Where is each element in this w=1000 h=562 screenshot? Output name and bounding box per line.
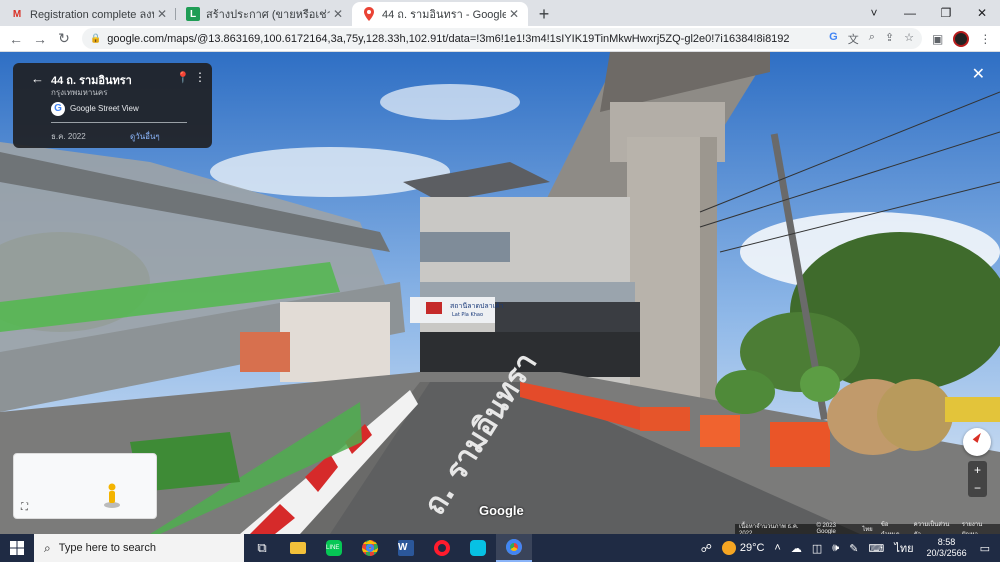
restore-button[interactable]: ❐ <box>928 0 964 26</box>
search-placeholder: Type here to search <box>58 542 156 554</box>
more-options-icon[interactable]: ⋮ <box>194 70 206 84</box>
see-more-dates-link[interactable]: ดูวันอื่นๆ <box>130 130 160 143</box>
webex-icon[interactable] <box>460 534 496 562</box>
lock-icon[interactable]: 🔒 <box>90 33 101 44</box>
menu-kebab-icon[interactable]: ⋮ <box>979 32 991 46</box>
people-icon[interactable]: ☍ <box>696 542 717 555</box>
browser-toolbar: ← → ↻ 🔒 google.com/maps/@13.863169,100.6… <box>0 26 1000 52</box>
windows-taskbar: ⌕ Type here to search ⧉ LINE W ☍ 29°C ˄ … <box>0 534 1000 562</box>
google-lens-icon[interactable]: G <box>829 31 838 47</box>
divider <box>51 122 187 123</box>
clock-date: 20/3/2566 <box>926 548 967 558</box>
expand-icon[interactable]: ⛶ <box>21 502 28 513</box>
translate-icon[interactable]: 文 <box>848 31 859 47</box>
tab-livinginsider[interactable]: L สร้างประกาศ (ขายหรือเช่า) | Livinginsi… <box>176 2 352 26</box>
new-tab-button[interactable]: + <box>532 2 556 26</box>
location-pin-icon[interactable]: 📍 <box>176 71 190 84</box>
cloud-icon[interactable]: ☁ <box>786 542 807 555</box>
google-watermark: Google <box>479 503 524 518</box>
livinginsider-icon: L <box>186 7 200 21</box>
opera-icon[interactable] <box>424 534 460 562</box>
tab-title: 44 ถ. รามอินทรา - Google Maps <box>382 9 506 21</box>
back-arrow-icon[interactable]: ← <box>31 71 44 86</box>
gmail-icon: M <box>12 8 22 20</box>
clock-time: 8:58 <box>937 537 956 547</box>
pegman-icon[interactable] <box>102 482 122 508</box>
pen-icon[interactable]: ✎ <box>844 542 863 555</box>
back-icon[interactable]: ← <box>4 31 28 47</box>
url-text: google.com/maps/@13.863169,100.6172164,3… <box>107 32 790 45</box>
minimize-button[interactable]: — <box>892 0 928 26</box>
close-street-view-icon[interactable]: ✕ <box>972 64 985 84</box>
keyboard-icon[interactable]: ⌨ <box>863 542 889 555</box>
source-label: Google Street View <box>70 104 139 113</box>
weather-widget[interactable]: 29°C <box>717 541 770 555</box>
zoom-icon[interactable]: ⌕ <box>869 31 875 47</box>
station-sign-th: สถานีลาดปลาเค้า <box>450 302 504 310</box>
sun-icon <box>721 541 736 555</box>
chrome-active-icon[interactable] <box>496 534 532 562</box>
map-footer: เนื้อหาจำนวนภาพ ธ.ค. 2022 © 2023 Google … <box>735 522 1000 538</box>
profile-avatar[interactable] <box>953 30 970 47</box>
notifications-icon[interactable]: ▭ <box>975 542 1000 555</box>
street-view-info-card: ← 44 ถ. รามอินทรา กรุงเทพมหานคร 📍 ⋮ G Go… <box>13 63 212 148</box>
tab-title: สร้างประกาศ (ขายหรือเช่า) | Livinginsid <box>206 9 330 21</box>
zoom-control: + − <box>968 461 987 497</box>
weather-temp: 29°C <box>739 541 765 554</box>
station-logo-icon <box>426 302 442 314</box>
show-hidden-icons-icon[interactable]: ˄ <box>769 542 785 554</box>
window-controls: ˅ — ❐ ✕ <box>856 0 1000 26</box>
tab-search-button[interactable]: ˅ <box>856 0 892 26</box>
line-app-icon[interactable]: LINE <box>316 534 352 562</box>
google-logo-icon: G <box>51 102 65 116</box>
input-language[interactable]: ไทย <box>889 539 918 557</box>
compass-icon[interactable] <box>963 428 991 456</box>
reload-icon[interactable]: ↻ <box>52 30 76 47</box>
zoom-out-button[interactable]: − <box>968 479 987 497</box>
zoom-in-button[interactable]: + <box>968 461 987 479</box>
close-tab-icon[interactable]: ✕ <box>330 7 346 21</box>
share-icon[interactable]: ⇪ <box>885 31 894 47</box>
volume-icon[interactable]: 🕪 <box>827 542 844 555</box>
word-icon[interactable]: W <box>388 534 424 562</box>
side-panel-icon[interactable]: ▣ <box>932 32 943 46</box>
clock[interactable]: 8:58 20/3/2566 <box>919 537 975 559</box>
footer-language[interactable]: ไทย <box>862 524 873 534</box>
station-sign-en: Lat Pla Khao <box>452 312 483 318</box>
taskbar-search-box[interactable]: ⌕ Type here to search <box>34 534 244 562</box>
network-icon[interactable]: ◫ <box>807 542 827 555</box>
minimap[interactable]: ⛶ <box>13 453 157 519</box>
search-icon: ⌕ <box>44 540 51 555</box>
place-subtitle: กรุงเทพมหานคร <box>51 88 108 97</box>
task-view-icon[interactable]: ⧉ <box>244 534 280 562</box>
close-window-button[interactable]: ✕ <box>964 0 1000 26</box>
tab-strip: M Registration complete ลงทะเบียนส ✕ L ส… <box>0 0 1000 26</box>
capture-date: ธ.ค. 2022 <box>51 132 86 141</box>
close-tab-icon[interactable]: ✕ <box>506 7 522 21</box>
file-explorer-icon[interactable] <box>280 534 316 562</box>
start-button[interactable] <box>0 534 34 562</box>
system-tray: ☍ 29°C ˄ ☁ ◫ 🕪 ✎ ⌨ ไทย 8:58 20/3/2566 ▭ <box>696 534 1000 562</box>
maps-icon <box>362 7 376 21</box>
windows-logo-icon <box>10 541 24 555</box>
bookmark-star-icon[interactable]: ☆ <box>904 31 914 47</box>
chrome-icon[interactable] <box>352 534 388 562</box>
tab-gmail[interactable]: M Registration complete ลงทะเบียนส ✕ <box>0 2 176 26</box>
forward-icon[interactable]: → <box>28 31 52 47</box>
tab-google-maps[interactable]: 44 ถ. รามอินทรา - Google Maps ✕ <box>352 2 528 26</box>
close-tab-icon[interactable]: ✕ <box>154 7 170 21</box>
address-bar[interactable]: 🔒 google.com/maps/@13.863169,100.6172164… <box>82 28 922 49</box>
tab-title: Registration complete ลงทะเบียนส <box>30 9 154 21</box>
